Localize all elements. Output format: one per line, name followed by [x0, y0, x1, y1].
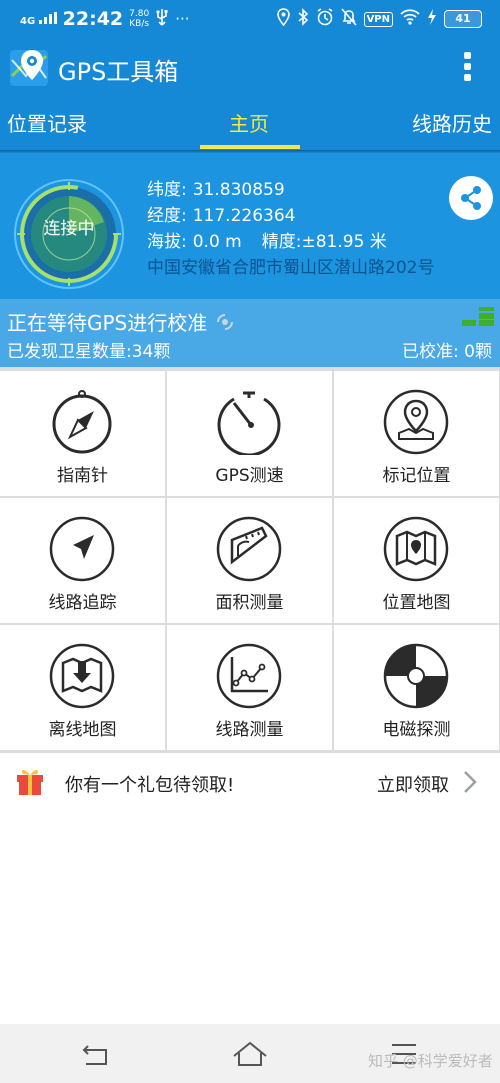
share-icon: [461, 186, 481, 210]
tool-mark-location[interactable]: 标记位置: [334, 371, 499, 496]
gps-logo-icon: [8, 46, 50, 90]
satellite-count: 已发现卫星数量:34颗: [7, 342, 171, 362]
longitude-value: 117.226364: [192, 206, 296, 226]
coordinates-block: 纬度: 31.830859 经度: 117.226364 海拔: 0.0 m 精…: [147, 177, 434, 281]
share-button[interactable]: [449, 176, 493, 220]
more-notifications-icon: ···: [175, 10, 190, 28]
tab-location-records[interactable]: 位置记录: [7, 108, 87, 137]
line-chart-icon: [216, 643, 282, 709]
tool-route-measure[interactable]: 线路测量: [167, 625, 332, 750]
tool-label: 离线地图: [48, 720, 117, 740]
connection-status: 连接中: [43, 219, 95, 239]
accuracy-value: ±81.95 米: [301, 232, 387, 252]
chevron-right-icon: [464, 771, 477, 793]
claim-gift-link[interactable]: 立即领取: [377, 771, 449, 797]
tool-label: GPS测速: [215, 466, 284, 486]
altitude-value: 0.0 m: [192, 232, 242, 252]
tool-area-measure[interactable]: 面积测量: [167, 498, 332, 623]
vpn-badge: VPN: [363, 11, 393, 27]
compass-icon: [52, 390, 112, 454]
calibration-panel: 正在等待GPS进行校准 已发现卫星数量:34颗 已校准: 0颗: [0, 299, 500, 367]
wifi-icon: [400, 9, 420, 29]
satellite-signal-icon: [216, 314, 233, 330]
network-type: 4G: [20, 15, 36, 27]
watermark: 知乎 @科学爱好者: [368, 1052, 493, 1070]
calibration-title: 正在等待GPS进行校准: [7, 307, 236, 336]
charging-icon: [427, 8, 437, 30]
calibrated-count: 已校准: 0颗: [402, 342, 492, 362]
gift-banner[interactable]: 你有一个礼包待领取! 立即领取: [0, 751, 500, 809]
tab-route-history[interactable]: 线路历史: [412, 108, 492, 137]
tool-label: 标记位置: [382, 466, 451, 486]
accuracy-label: 精度:: [261, 232, 302, 252]
back-icon[interactable]: [80, 1042, 112, 1068]
active-tab-indicator: [200, 145, 300, 149]
latitude-label: 纬度:: [147, 180, 187, 200]
mute-icon: [340, 8, 357, 30]
signal-strength-icon: [462, 307, 494, 326]
navigation-arrow-icon: [49, 516, 115, 582]
app-title: GPS工具箱: [58, 58, 179, 86]
tool-label: 面积测量: [215, 593, 284, 613]
tool-label: 电磁探测: [382, 720, 451, 740]
tool-location-map[interactable]: 位置地图: [334, 498, 499, 623]
tab-bar: 位置记录 主页 线路历史: [0, 98, 500, 150]
tool-label: 指南针: [57, 466, 108, 486]
tool-gps-speed[interactable]: GPS测速: [167, 371, 332, 496]
more-vertical-icon[interactable]: [464, 52, 472, 82]
tool-label: 线路追踪: [48, 593, 117, 613]
protractor-icon: [216, 516, 282, 582]
tool-offline-map[interactable]: 离线地图: [0, 625, 165, 750]
location-icon: [276, 8, 290, 30]
radar-disc-icon: [383, 643, 449, 709]
gift-message: 你有一个礼包待领取!: [65, 775, 235, 796]
signal-icon: 4G: [20, 11, 57, 27]
status-bar: 4G 22:42 7.80 KB/s ··· VPN 41: [0, 0, 500, 38]
offline-map-icon: [49, 643, 115, 709]
network-speed: 7.80 KB/s: [129, 9, 150, 29]
latitude-value: 31.830859: [192, 180, 285, 200]
alarm-icon: [316, 8, 334, 30]
tool-em-detector[interactable]: 电磁探测: [334, 625, 499, 750]
home-icon[interactable]: [232, 1040, 268, 1068]
bluetooth-icon: [297, 8, 309, 30]
clock: 22:42: [62, 8, 124, 30]
gift-icon: [17, 769, 43, 795]
speedometer-icon: [217, 391, 281, 455]
map-pin-icon: [383, 389, 449, 455]
tool-route-tracking[interactable]: 线路追踪: [0, 498, 165, 623]
tab-home[interactable]: 主页: [229, 108, 269, 137]
location-info-panel: 连接中 纬度: 31.830859 经度: 117.226364 海拔: 0.0…: [0, 153, 500, 299]
tool-label: 位置地图: [382, 593, 451, 613]
tool-label: 线路测量: [215, 720, 284, 740]
tool-compass[interactable]: 指南针: [0, 371, 165, 496]
system-navigation-bar: 知乎 @科学爱好者: [0, 1024, 500, 1083]
folded-map-icon: [383, 516, 449, 582]
battery-indicator: 41: [444, 10, 482, 28]
altitude-label: 海拔:: [147, 232, 187, 252]
longitude-label: 经度:: [147, 206, 187, 226]
app-bar: GPS工具箱: [0, 38, 500, 98]
address: 中国安徽省合肥市蜀山区潜山路202号: [147, 258, 435, 278]
usb-icon: [155, 8, 169, 30]
tools-grid: 指南针 GPS测速 标记位置 线路追踪 面积测量 位置地图 离线地图 线路测量 …: [0, 367, 500, 751]
